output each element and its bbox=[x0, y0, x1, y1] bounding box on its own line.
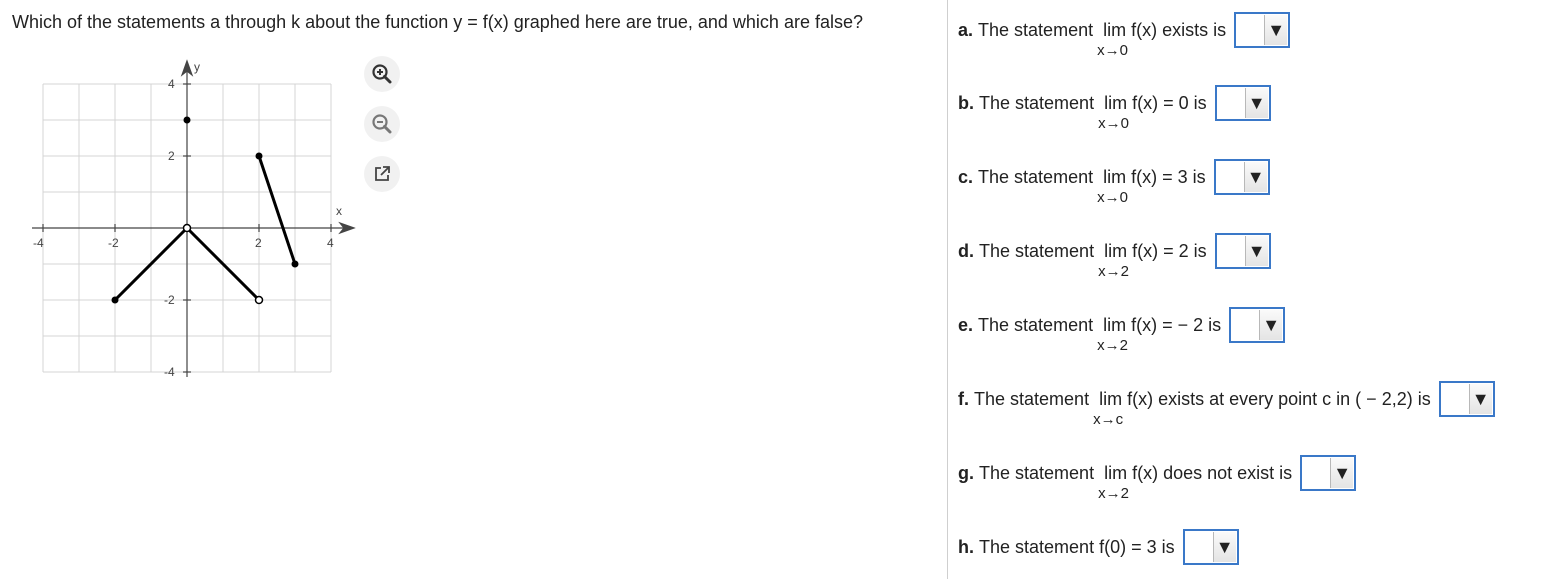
popout-button[interactable] bbox=[364, 156, 400, 192]
zoom-out-button[interactable] bbox=[364, 106, 400, 142]
x-axis-label: x bbox=[336, 204, 342, 218]
lim-text: lim bbox=[1103, 314, 1127, 335]
answer-dropdown-h[interactable]: ▼ bbox=[1182, 529, 1239, 565]
statement-prefix: The statement bbox=[978, 314, 1094, 335]
x-tick-label: -2 bbox=[108, 236, 119, 250]
statement-letter: b. bbox=[958, 92, 974, 113]
axes bbox=[32, 59, 356, 377]
panel-divider bbox=[947, 0, 948, 579]
statement-b: b. The statement lim x→0 f(x) = 0 is ▼ bbox=[958, 84, 1271, 132]
x-tick-label: -4 bbox=[33, 236, 44, 250]
statement-expression: f(x) = 0 is bbox=[1132, 92, 1207, 113]
statement-letter: e. bbox=[958, 314, 974, 335]
zoom-out-icon bbox=[372, 114, 392, 134]
lim-subscript: x→0 bbox=[1098, 114, 1129, 132]
lim-text: lim bbox=[1104, 240, 1128, 261]
dropdown-arrow-icon: ▼ bbox=[1212, 532, 1236, 562]
y-tick-label: 4 bbox=[168, 77, 175, 91]
y-axis-label: y bbox=[194, 60, 200, 74]
answer-dropdown-c[interactable]: ▼ bbox=[1213, 159, 1270, 195]
x-tick-label: 2 bbox=[255, 236, 262, 250]
statement-expression: f(x) does not exist is bbox=[1132, 462, 1293, 483]
statement-expression: f(x) exists is bbox=[1131, 19, 1227, 40]
lim-text: lim bbox=[1104, 92, 1128, 113]
statement-f: f. The statement lim x→c f(x) exists at e… bbox=[958, 380, 1495, 428]
lim-subscript: x→2 bbox=[1098, 262, 1129, 280]
statement-prefix: The statement bbox=[979, 240, 1095, 261]
statement-letter: c. bbox=[958, 166, 974, 187]
statement-prefix: The statement bbox=[974, 388, 1090, 409]
statement-g: g. The statement lim x→2 f(x) does not ex… bbox=[958, 454, 1357, 502]
y-tick-label: 2 bbox=[168, 149, 175, 163]
answer-dropdown-f[interactable]: ▼ bbox=[1438, 381, 1495, 417]
statement-prefix: The statement bbox=[979, 92, 1095, 113]
answer-dropdown-b[interactable]: ▼ bbox=[1214, 85, 1271, 121]
statement-d: d. The statement lim x→2 f(x) = 2 is ▼ bbox=[958, 232, 1271, 280]
dropdown-arrow-icon: ▼ bbox=[1244, 88, 1268, 118]
x-tick-label: 4 bbox=[327, 236, 334, 250]
dropdown-arrow-icon: ▼ bbox=[1259, 310, 1283, 340]
lim-text: lim bbox=[1103, 166, 1127, 187]
statement-letter: a. bbox=[958, 19, 974, 40]
y-tick-label: -2 bbox=[164, 293, 175, 307]
answer-dropdown-e[interactable]: ▼ bbox=[1229, 307, 1286, 343]
statement-prefix: The statement bbox=[979, 462, 1095, 483]
dropdown-arrow-icon: ▼ bbox=[1330, 458, 1354, 488]
zoom-in-icon bbox=[372, 64, 392, 84]
statement-h: h. The statement f(0) = 3 is ▼ bbox=[958, 528, 1239, 566]
lim-subscript: x→c bbox=[1093, 410, 1124, 428]
statement-letter: h. bbox=[958, 536, 974, 557]
statement-expression: f(x) = 3 is bbox=[1131, 166, 1206, 187]
lim-subscript: x→0 bbox=[1097, 41, 1128, 59]
answer-dropdown-d[interactable]: ▼ bbox=[1214, 233, 1271, 269]
statement-expression: f(x) = − 2 is bbox=[1131, 314, 1222, 335]
statement-prefix: The statement f(0) = 3 is bbox=[979, 536, 1175, 557]
statement-e: e. The statement lim x→2 f(x) = − 2 is ▼ bbox=[958, 306, 1286, 354]
lim-subscript: x→2 bbox=[1098, 484, 1129, 502]
lim-subscript: x→2 bbox=[1097, 336, 1128, 354]
statement-a: a. The statement lim x→0 f(x) exists is ▼ bbox=[958, 11, 1291, 59]
dropdown-arrow-icon: ▼ bbox=[1243, 162, 1267, 192]
statement-letter: g. bbox=[958, 462, 974, 483]
statement-prefix: The statement bbox=[978, 166, 1094, 187]
lim-text: lim bbox=[1099, 388, 1123, 409]
zoom-in-button[interactable] bbox=[364, 56, 400, 92]
statement-c: c. The statement lim x→0 f(x) = 3 is ▼ bbox=[958, 158, 1270, 206]
statement-prefix: The statement bbox=[978, 19, 1094, 40]
dropdown-arrow-icon: ▼ bbox=[1468, 384, 1492, 414]
lim-text: lim bbox=[1103, 19, 1127, 40]
statement-letter: d. bbox=[958, 240, 974, 261]
lim-text: lim bbox=[1104, 462, 1128, 483]
dropdown-arrow-icon: ▼ bbox=[1264, 15, 1288, 45]
statement-expression: f(x) = 2 is bbox=[1132, 240, 1207, 261]
function-graph: y x -4 -2 2 4 4 2 -2 -4 bbox=[32, 59, 356, 379]
y-tick-label: -4 bbox=[164, 365, 175, 379]
answer-dropdown-a[interactable]: ▼ bbox=[1234, 12, 1291, 48]
dropdown-arrow-icon: ▼ bbox=[1244, 236, 1268, 266]
statement-expression: f(x) exists at every point c in ( − 2,2)… bbox=[1127, 388, 1431, 409]
lim-subscript: x→0 bbox=[1097, 188, 1128, 206]
external-link-icon bbox=[375, 166, 390, 181]
question-text: Which of the statements a through k abou… bbox=[12, 12, 863, 32]
answer-dropdown-g[interactable]: ▼ bbox=[1300, 455, 1357, 491]
statement-letter: f. bbox=[958, 388, 969, 409]
